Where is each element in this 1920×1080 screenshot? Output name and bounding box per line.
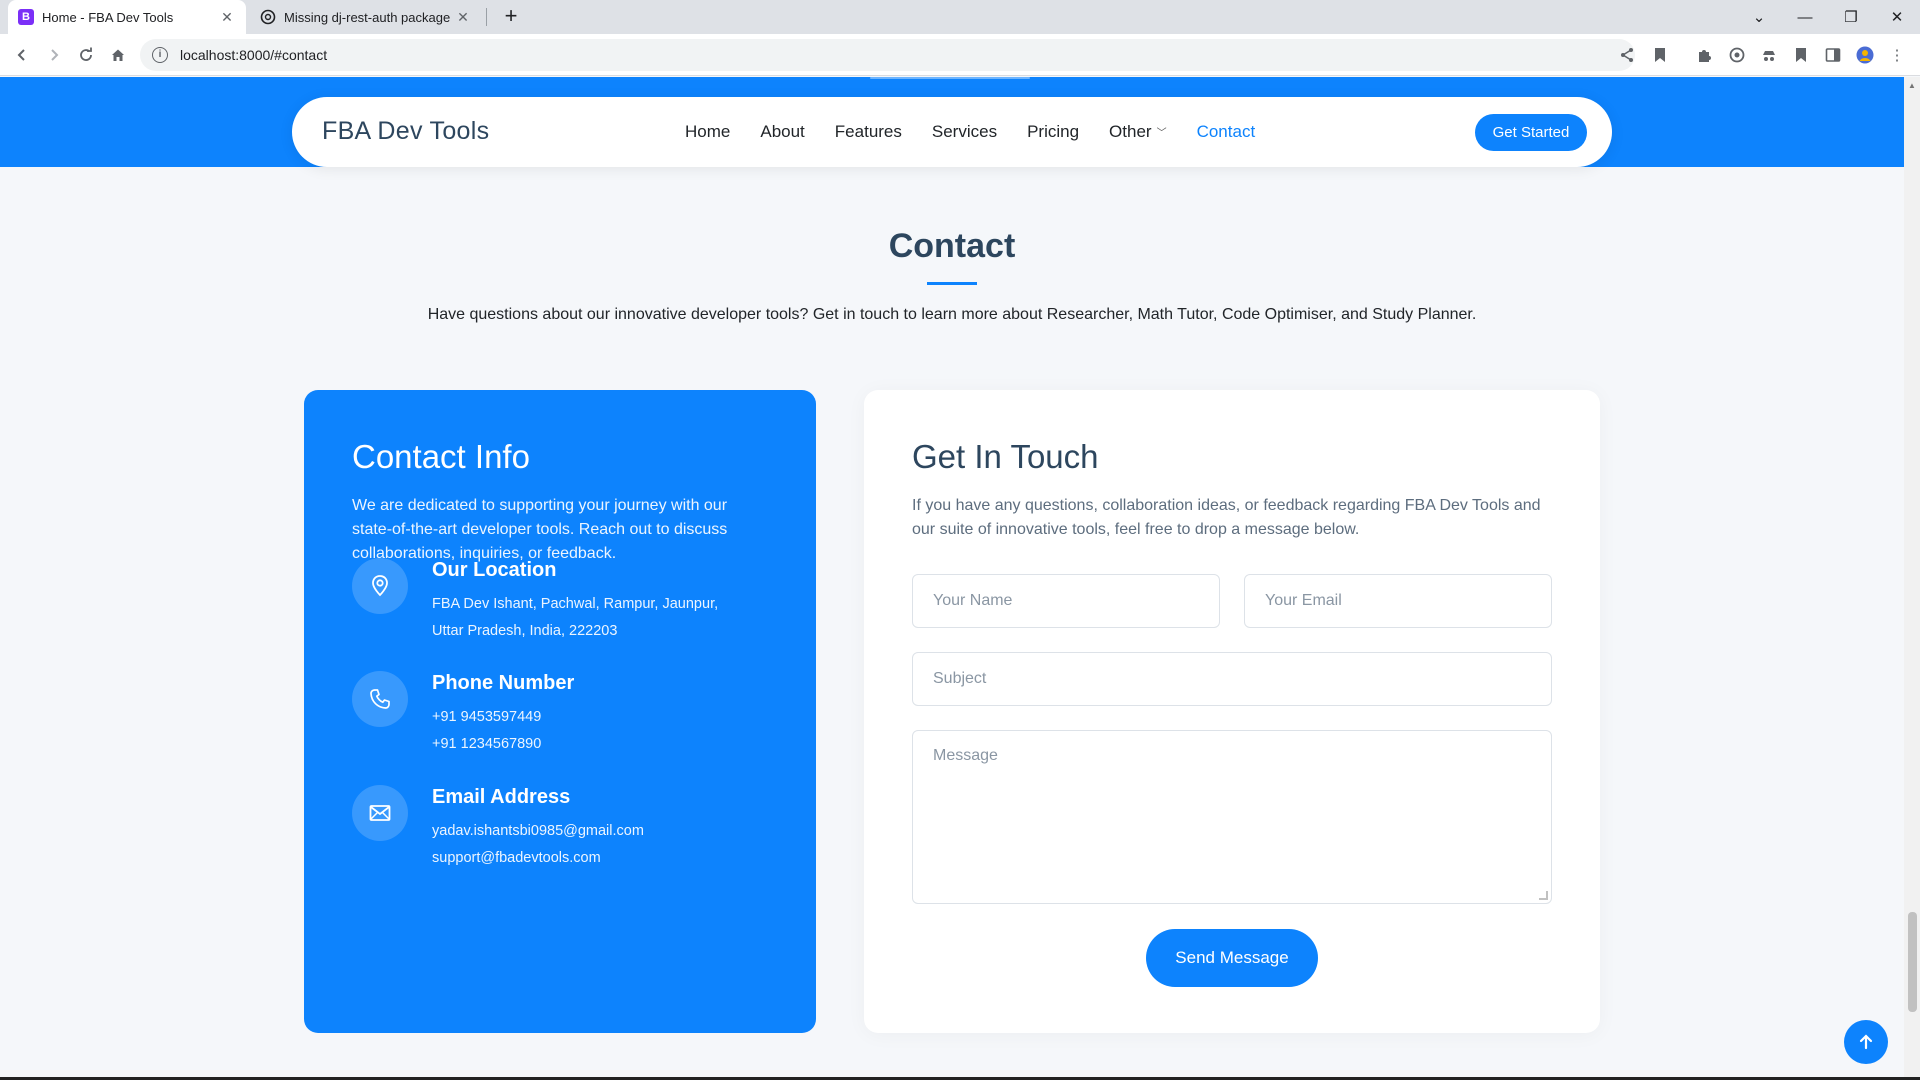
nav-item-other-dropdown[interactable]: Other ﹀ [1109,122,1167,142]
browser-tab-bar: B Home - FBA Dev Tools ✕ Missing dj-rest… [0,0,1920,34]
nav-item-about[interactable]: About [760,122,804,142]
scroll-to-top-button[interactable] [1844,1020,1888,1064]
restore-icon[interactable]: ❐ [1828,0,1874,34]
close-window-icon[interactable]: ✕ [1874,0,1920,34]
envelope-icon [352,785,408,841]
tab-title: Missing dj-rest-auth package [284,9,451,25]
extensions-puzzle-icon[interactable] [1694,45,1714,65]
browser-tab-active[interactable]: B Home - FBA Dev Tools ✕ [8,0,246,34]
email-label: Email Address [432,786,571,808]
nav-label: Other [1109,122,1152,141]
nav-label: Services [931,122,998,141]
bookmark-star-icon[interactable] [1650,45,1670,65]
incognito-extension-icon[interactable] [1759,45,1779,65]
email-field[interactable]: Your Email [1244,574,1552,628]
phone-label: Phone Number [432,672,575,694]
section-subtitle: Have questions about our innovative deve… [427,306,1477,323]
profile-avatar-icon[interactable] [1855,45,1875,65]
get-started-button[interactable]: Get Started [1475,114,1587,151]
side-panel-icon[interactable] [1823,45,1843,65]
nav-label: About [760,122,805,141]
email-addresses: yadav.ishantsbi0985@gmail.com support@fb… [432,818,762,872]
textarea-resize-handle[interactable] [1539,891,1548,900]
site-navbar: FBA Dev Tools Home About Features Servic… [292,97,1612,167]
subject-placeholder: Subject [933,670,987,687]
contact-info-intro: We are dedicated to supporting your jour… [352,497,728,562]
scroll-up-arrow-icon[interactable]: ▲ [1908,81,1916,90]
nav-item-contact[interactable]: Contact [1197,122,1256,142]
nav-label: Features [834,122,902,141]
tab-title: Home - FBA Dev Tools [42,9,174,25]
header-decoration [870,77,1030,79]
email-address[interactable]: yadav.ishantsbi0985@gmail.com [432,818,762,845]
address-line: Uttar Pradesh, India, 222203 [432,623,618,639]
openai-favicon-icon [260,9,276,25]
back-arrow-icon[interactable] [8,42,36,68]
scrollbar-thumb[interactable] [1908,912,1917,1012]
site-logo[interactable]: FBA Dev Tools [322,117,489,146]
site-info-icon[interactable]: i [152,47,168,63]
arrow-up-icon [1859,1034,1873,1050]
nav-item-features[interactable]: Features [835,122,902,142]
forward-arrow-icon[interactable] [40,42,68,68]
nav-label: Home [685,122,731,141]
browser-menu-kebab-icon[interactable]: ⋮ [1887,45,1907,65]
minimize-icon[interactable]: — [1782,0,1828,34]
reload-icon[interactable] [72,42,100,68]
name-placeholder: Your Name [933,592,1013,609]
tab-search-chevron-icon[interactable]: ⌄ [1736,0,1782,34]
nav-item-home[interactable]: Home [685,122,730,142]
email-placeholder: Your Email [1265,592,1342,609]
phone-number[interactable]: +91 9453597449 [432,704,762,731]
section-title: Contact [888,227,1016,265]
contact-form-card: Get In Touch If you have any questions, … [864,390,1600,1033]
title-underline [927,282,977,285]
nav-item-services[interactable]: Services [932,122,997,142]
bookmark-icon[interactable] [1791,45,1811,65]
message-textarea[interactable]: Message [912,730,1552,904]
contact-info-card: Contact Info We are dedicated to support… [304,390,816,1033]
share-icon[interactable] [1617,45,1637,65]
page-viewport: FBA Dev Tools Home About Features Servic… [0,77,1920,1080]
send-message-button[interactable]: Send Message [1146,929,1318,987]
map-pin-icon [352,558,408,614]
nav-label: Pricing [1027,122,1080,141]
name-field[interactable]: Your Name [912,574,1220,628]
nav-item-pricing[interactable]: Pricing [1027,122,1079,142]
message-placeholder: Message [933,747,998,764]
subject-field[interactable]: Subject [912,652,1552,706]
form-title: Get In Touch [912,438,1099,475]
page-scrollbar[interactable]: ▲ [1904,77,1920,1080]
location-label: Our Location [432,559,557,581]
phone-numbers: +91 9453597449 +91 1234567890 [432,704,762,758]
home-icon[interactable] [104,42,132,68]
chevron-down-icon: ﹀ [1156,127,1167,139]
location-address: FBA Dev Ishant, Pachwal, Rampur, Jaunpur… [432,591,762,645]
browser-toolbar: i localhost:8000/#contact ⋮ [0,34,1920,76]
new-tab-plus-icon[interactable]: + [498,4,524,30]
browser-tab[interactable]: Missing dj-rest-auth package ✕ [250,0,482,34]
email-address[interactable]: support@fbadevtools.com [432,845,762,872]
nav-label: Contact [1196,122,1256,141]
extension-circle-icon[interactable] [1727,45,1747,65]
contact-info-title: Contact Info [352,438,530,475]
phone-icon [352,671,408,727]
tab-separator [486,8,487,26]
close-tab-icon[interactable]: ✕ [218,9,236,26]
address-bar[interactable]: i localhost:8000/#contact [140,39,1635,71]
url-text: localhost:8000/#contact [180,47,328,63]
nav-menu: Home About Features Services Pricing Oth… [685,97,1285,167]
address-line: FBA Dev Ishant, Pachwal, Rampur, Jaunpur… [432,596,719,612]
form-intro: If you have any questions, collaboration… [912,497,1541,538]
bootstrap-favicon-icon: B [18,9,34,25]
close-tab-icon[interactable]: ✕ [454,9,472,26]
phone-number[interactable]: +91 1234567890 [432,731,762,758]
